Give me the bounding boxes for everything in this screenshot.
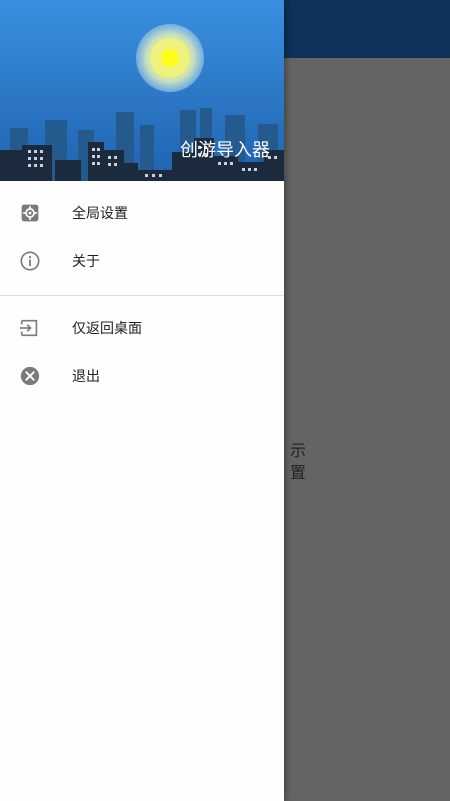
drawer-header: 创游导入器: [0, 0, 284, 181]
menu-item-return-home[interactable]: 仅返回桌面: [0, 304, 284, 352]
menu-divider: [0, 295, 284, 296]
menu-label: 退出: [72, 369, 100, 385]
drawer-menu: 全局设置 关于: [0, 181, 284, 285]
info-icon: [18, 249, 42, 273]
menu-label: 全局设置: [72, 206, 128, 222]
menu-label: 关于: [72, 254, 100, 270]
gear-icon: [18, 201, 42, 225]
close-circle-icon: [18, 364, 42, 388]
exit-to-app-icon: [18, 316, 42, 340]
menu-item-global-settings[interactable]: 全局设置: [0, 189, 284, 237]
sun-icon: [136, 24, 204, 92]
menu-label: 仅返回桌面: [72, 321, 142, 337]
navigation-drawer: 创游导入器 全局设置 关于 仅返回桌面 退出: [0, 0, 284, 801]
menu-item-exit[interactable]: 退出: [0, 352, 284, 400]
menu-item-about[interactable]: 关于: [0, 237, 284, 285]
app-name: 创游导入器: [180, 140, 270, 161]
drawer-secondary-menu: 仅返回桌面 退出: [0, 304, 284, 400]
